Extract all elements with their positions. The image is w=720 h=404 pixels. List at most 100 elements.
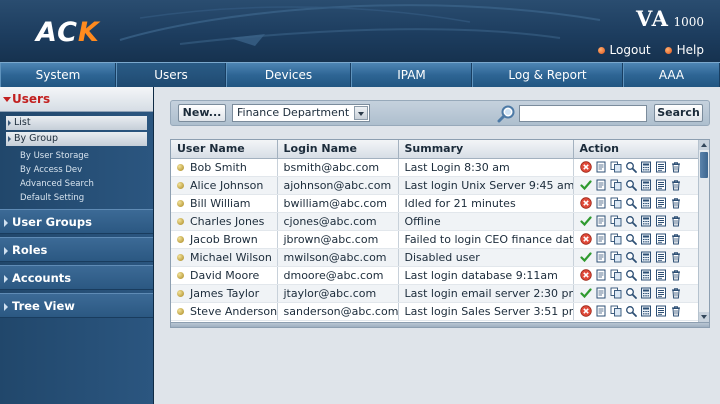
chevron-down-icon[interactable]: [354, 106, 368, 120]
copy-icon[interactable]: [610, 233, 622, 245]
tab-ipam[interactable]: IPAM: [351, 63, 472, 87]
copy-icon[interactable]: [610, 215, 622, 227]
search-input[interactable]: [519, 105, 647, 122]
logout-link[interactable]: Logout: [597, 43, 651, 57]
trash-icon[interactable]: [670, 287, 682, 299]
list-doc-icon[interactable]: [655, 161, 667, 173]
scroll-thumb[interactable]: [700, 152, 708, 178]
scroll-up-icon[interactable]: [699, 140, 709, 150]
table-row[interactable]: Alice Johnson ajohnson@abc.com Last login …: [171, 176, 700, 195]
magnifier-icon[interactable]: [625, 197, 637, 209]
sidebar-group-user-groups[interactable]: User Groups: [0, 209, 153, 234]
calculator-icon[interactable]: [640, 287, 652, 299]
trash-icon[interactable]: [670, 161, 682, 173]
magnifier-icon[interactable]: [625, 251, 637, 263]
table-row[interactable]: James Taylor jtaylor@abc.com Last login em…: [171, 284, 700, 303]
trash-icon[interactable]: [670, 251, 682, 263]
table-row[interactable]: Michael Wilson mwilson@abc.com Disabled us…: [171, 248, 700, 267]
document-icon[interactable]: [595, 233, 607, 245]
table-row[interactable]: David Moore dmoore@abc.com Last login data…: [171, 266, 700, 285]
approve-check-icon[interactable]: [579, 179, 592, 191]
magnifier-icon[interactable]: [625, 305, 637, 317]
table-row[interactable]: Bill William bwilliam@abc.com Idled for 21…: [171, 194, 700, 213]
table-scrollbar[interactable]: [698, 140, 709, 322]
department-select[interactable]: Finance Department: [232, 104, 370, 122]
help-link[interactable]: Help: [664, 43, 704, 57]
list-doc-icon[interactable]: [655, 251, 667, 263]
magnifier-icon[interactable]: [625, 233, 637, 245]
document-icon[interactable]: [595, 287, 607, 299]
tab-log-report[interactable]: Log & Report: [472, 63, 623, 87]
document-icon[interactable]: [595, 305, 607, 317]
magnifier-icon[interactable]: [625, 287, 637, 299]
approve-check-icon[interactable]: [579, 215, 592, 227]
calculator-icon[interactable]: [640, 215, 652, 227]
document-icon[interactable]: [595, 251, 607, 263]
list-doc-icon[interactable]: [655, 287, 667, 299]
sidebar-item-advanced-search[interactable]: Advanced Search: [6, 177, 147, 191]
trash-icon[interactable]: [670, 305, 682, 317]
calculator-icon[interactable]: [640, 179, 652, 191]
document-icon[interactable]: [595, 269, 607, 281]
tab-aaa[interactable]: AAA: [623, 63, 720, 87]
document-icon[interactable]: [595, 215, 607, 227]
remove-x-icon[interactable]: [579, 161, 592, 173]
approve-check-icon[interactable]: [579, 287, 592, 299]
sidebar-group-roles[interactable]: Roles: [0, 237, 153, 262]
list-doc-icon[interactable]: [655, 197, 667, 209]
calculator-icon[interactable]: [640, 251, 652, 263]
column-header-user-name[interactable]: User Name: [171, 140, 278, 159]
magnifier-icon[interactable]: [625, 215, 637, 227]
document-icon[interactable]: [595, 197, 607, 209]
calculator-icon[interactable]: [640, 161, 652, 173]
table-row[interactable]: Bob Smith bsmith@abc.com Last Login 8:30 a…: [171, 158, 700, 177]
sidebar-item-by-user-storage[interactable]: By User Storage: [6, 149, 147, 163]
document-icon[interactable]: [595, 161, 607, 173]
tab-devices[interactable]: Devices: [226, 63, 351, 87]
remove-x-icon[interactable]: [579, 233, 592, 245]
list-doc-icon[interactable]: [655, 179, 667, 191]
magnifier-icon[interactable]: [625, 161, 637, 173]
copy-icon[interactable]: [610, 161, 622, 173]
remove-x-icon[interactable]: [579, 197, 592, 209]
table-row[interactable]: Charles Jones cjones@abc.com Offline: [171, 212, 700, 231]
copy-icon[interactable]: [610, 251, 622, 263]
trash-icon[interactable]: [670, 197, 682, 209]
remove-x-icon[interactable]: [579, 269, 592, 281]
copy-icon[interactable]: [610, 269, 622, 281]
sidebar-section-users[interactable]: Users: [0, 87, 153, 112]
magnifier-icon[interactable]: [625, 179, 637, 191]
column-header-login-name[interactable]: Login Name: [277, 140, 399, 159]
calculator-icon[interactable]: [640, 197, 652, 209]
sidebar-item-by-access-dev[interactable]: By Access Dev: [6, 163, 147, 177]
column-header-summary[interactable]: Summary: [398, 140, 574, 159]
sidebar-group-accounts[interactable]: Accounts: [0, 265, 153, 290]
sidebar-item-default-setting[interactable]: Default Setting: [6, 191, 147, 205]
document-icon[interactable]: [595, 179, 607, 191]
tab-system[interactable]: System: [0, 63, 116, 87]
copy-icon[interactable]: [610, 197, 622, 209]
list-doc-icon[interactable]: [655, 233, 667, 245]
table-row[interactable]: Steve Anderson sanderson@abc.com Last logi…: [171, 302, 700, 321]
calculator-icon[interactable]: [640, 233, 652, 245]
trash-icon[interactable]: [670, 269, 682, 281]
sidebar-item-list[interactable]: List: [6, 116, 147, 130]
trash-icon[interactable]: [670, 179, 682, 191]
list-doc-icon[interactable]: [655, 215, 667, 227]
search-button[interactable]: Search: [654, 104, 703, 122]
approve-check-icon[interactable]: [579, 251, 592, 263]
column-header-action[interactable]: Action: [573, 140, 700, 159]
copy-icon[interactable]: [610, 305, 622, 317]
calculator-icon[interactable]: [640, 305, 652, 317]
new-button[interactable]: New...: [178, 104, 226, 122]
table-row[interactable]: Jacob Brown jbrown@abc.com Failed to login…: [171, 230, 700, 249]
sidebar-item-by-group[interactable]: By Group: [6, 132, 147, 146]
calculator-icon[interactable]: [640, 269, 652, 281]
remove-x-icon[interactable]: [579, 305, 592, 317]
copy-icon[interactable]: [610, 287, 622, 299]
sidebar-group-tree-view[interactable]: Tree View: [0, 293, 153, 318]
trash-icon[interactable]: [670, 233, 682, 245]
trash-icon[interactable]: [670, 215, 682, 227]
copy-icon[interactable]: [610, 179, 622, 191]
tab-users[interactable]: Users: [116, 63, 226, 87]
